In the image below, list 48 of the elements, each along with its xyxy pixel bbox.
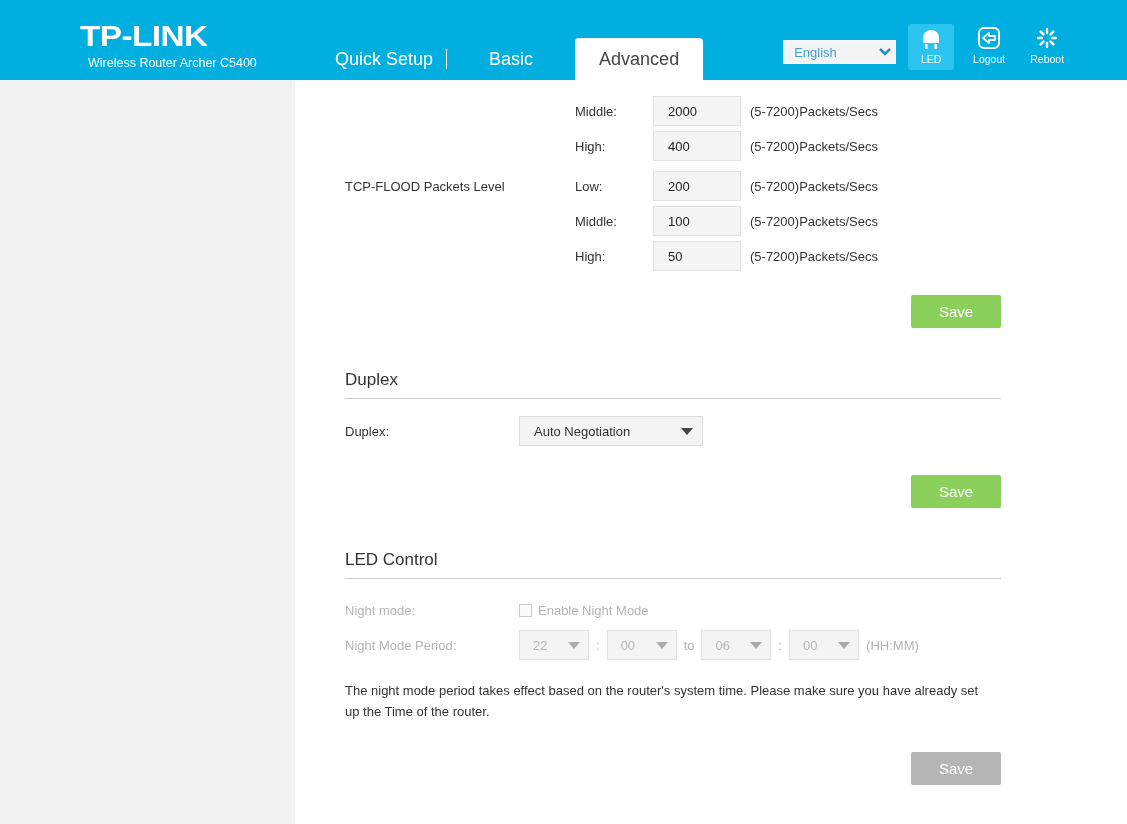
level-label: Low:: [575, 178, 604, 194]
packets-input[interactable]: 2000: [653, 96, 741, 126]
range-hint: (5-7200)Packets/Secs: [750, 138, 879, 154]
reboot-button[interactable]: Reboot: [1024, 24, 1071, 70]
range-hint: (5-7200)Packets/Secs: [750, 103, 879, 119]
reboot-icon: [1036, 27, 1059, 49]
field-label: Duplex:: [345, 423, 391, 439]
packets-input[interactable]: 400: [653, 131, 741, 161]
caret-icon: [750, 641, 763, 649]
section-title: LED Control: [345, 550, 1001, 579]
time-separator: to: [683, 637, 695, 653]
level-label: High:: [575, 248, 607, 264]
range-hint: (5-7200)Packets/Secs: [750, 248, 879, 264]
language-select[interactable]: English: [783, 40, 897, 64]
level-label: Middle:: [575, 213, 618, 229]
led-button[interactable]: LED: [908, 24, 955, 70]
caret-icon: [655, 641, 668, 649]
chevron-icon: [879, 48, 892, 56]
logo: TP-LINK: [80, 22, 208, 50]
time-separator: (HH:MM): [866, 637, 919, 653]
note-text: The night mode period takes effect based on the router's system time. Please make sure you have already set up the Time of the router.: [345, 682, 980, 721]
field-label: TCP-FLOOD Packets Level: [345, 178, 506, 194]
range-hint: (5-7200)Packets/Secs: [750, 178, 879, 194]
caret-icon: [568, 641, 580, 649]
time-separator: :: [596, 637, 600, 653]
level-label: High:: [575, 138, 607, 154]
range-hint: (5-7200)Packets/Secs: [750, 213, 879, 229]
caret-icon: [681, 427, 693, 435]
duplex-select[interactable]: Auto Negotiation: [519, 416, 703, 446]
nav-tab[interactable]: Quick Setup: [335, 49, 448, 69]
logout-icon: [978, 27, 1001, 49]
nav-tab[interactable]: Advanced: [575, 38, 704, 80]
caret-icon: [838, 641, 851, 649]
packets-input[interactable]: 100: [653, 206, 741, 236]
logout-button[interactable]: Logout: [966, 24, 1013, 70]
nav-tab[interactable]: Basic: [489, 38, 534, 80]
level-label: Middle:: [575, 103, 618, 119]
bulb-icon: [922, 29, 941, 49]
packets-input[interactable]: 50: [653, 241, 741, 271]
section-title: Duplex: [345, 370, 1001, 399]
save-button[interactable]: Save: [911, 295, 1001, 328]
model-name: Wireless Router Archer C5400: [88, 56, 257, 70]
checkbox-label: Enable Night Mode: [538, 602, 649, 618]
field-label: Night Mode Period:: [345, 637, 458, 653]
save-button[interactable]: Save: [911, 475, 1001, 508]
packets-input[interactable]: 200: [653, 171, 741, 201]
time-separator: :: [778, 637, 783, 653]
field-label: Night mode:: [345, 602, 417, 618]
